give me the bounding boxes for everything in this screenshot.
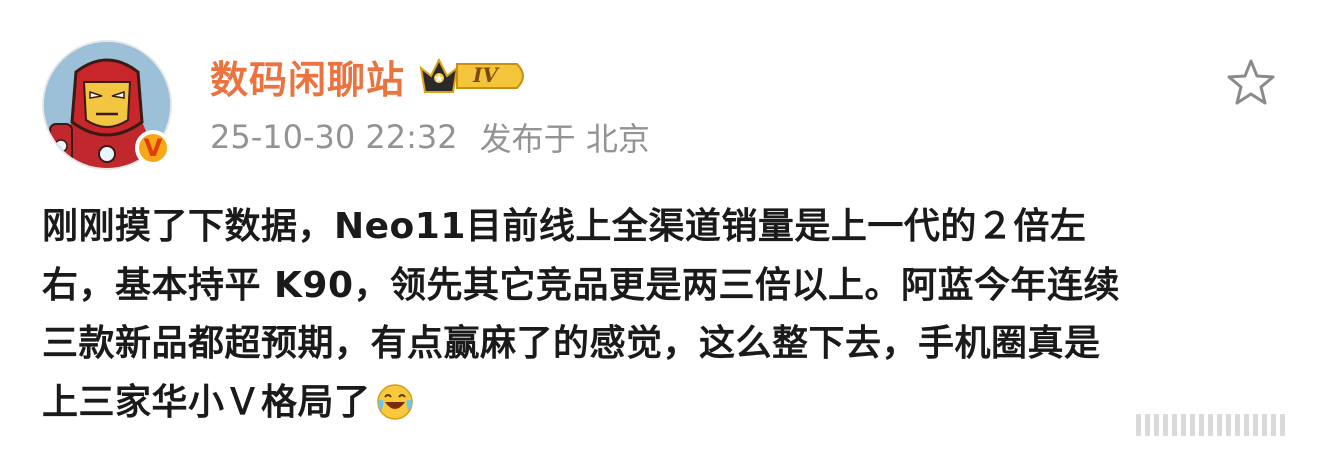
truncation-fade [1136, 414, 1289, 436]
verified-badge-icon: V [135, 130, 171, 166]
post-line: 右，基本持平 K90，领先其它竞品更是两三倍以上。阿蓝今年连续 [42, 264, 1121, 306]
star-outline-icon[interactable] [1224, 56, 1278, 110]
post-line: 三款新品都超预期，有点赢麻了的感觉，这么整下去，手机圈真是 [42, 323, 1101, 364]
level-badge-label: IV [473, 63, 498, 87]
avatar-container[interactable]: V [42, 40, 172, 170]
weibo-post: V 数码闲聊站 IV 25-10-30 22:32 发布于 北京 刚刚摸了下数据… [0, 0, 1320, 458]
post-line-last: 上三家华小Ｖ格局了 [42, 374, 1292, 433]
post-line: 刚刚摸了下数据，Neo11目前线上全渠道销量是上一代的２倍左 [42, 206, 1087, 247]
post-body: 刚刚摸了下数据，Neo11目前线上全渠道销量是上一代的２倍左 右，基本持平 K9… [42, 198, 1292, 432]
author-row: 数码闲聊站 IV [210, 50, 533, 102]
laughing-crying-emoji-icon [375, 382, 415, 441]
author-name[interactable]: 数码闲聊站 [210, 49, 405, 104]
post-location: 发布于 北京 [479, 120, 650, 158]
post-timestamp[interactable]: 25-10-30 22:32 [210, 118, 458, 156]
level-badge[interactable]: IV [417, 54, 533, 98]
post-line: 上三家华小Ｖ格局了 [42, 381, 371, 423]
post-meta: 25-10-30 22:32 发布于 北京 [210, 114, 650, 160]
